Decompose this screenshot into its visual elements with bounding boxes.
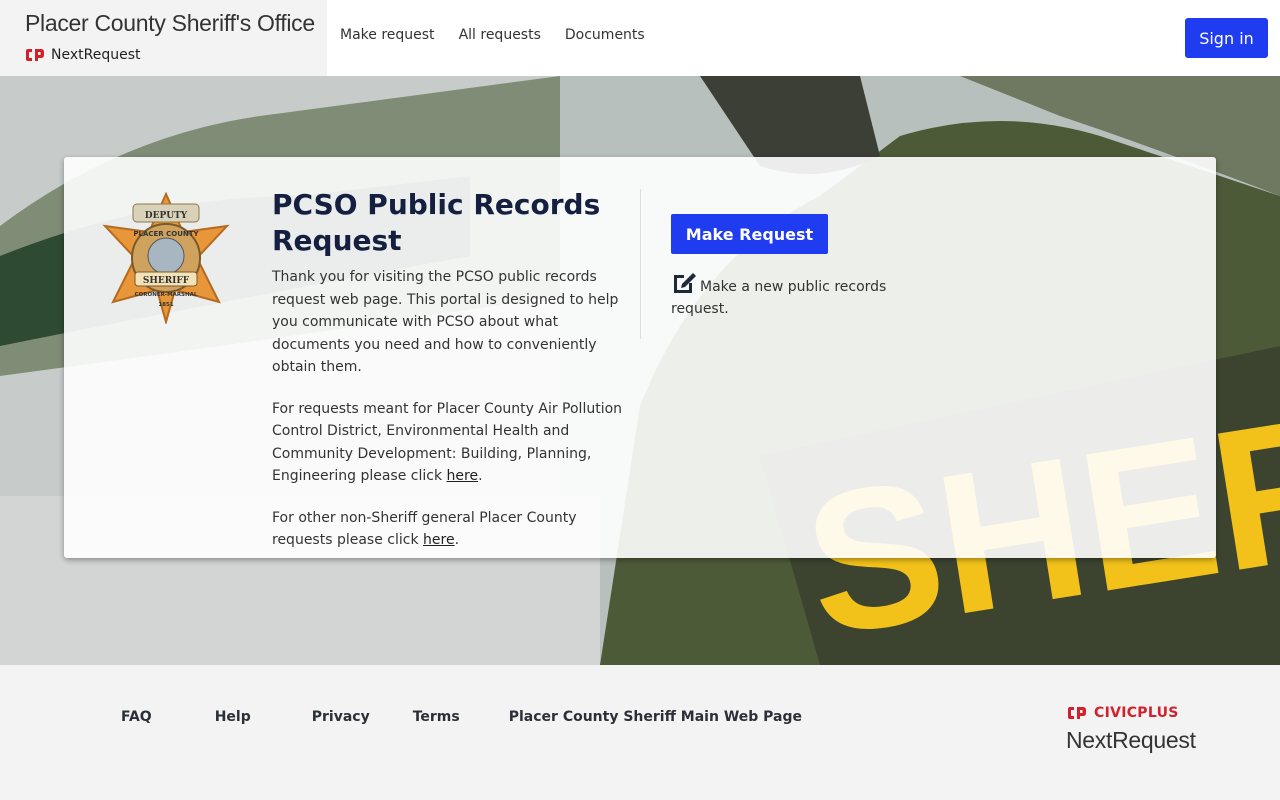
general-county-paragraph: For other non-Sheriff general Placer Cou… [272, 507, 628, 552]
intro-content: PCSO Public Records Request Thank you fo… [272, 187, 628, 552]
site-title: Placer County Sheriff's Office [25, 10, 315, 36]
nextrequest-logo-icon [26, 49, 44, 61]
footer-link-faq[interactable]: FAQ [121, 709, 152, 725]
civicplus-brand: CIVICPLUS [1066, 705, 1196, 721]
sheriff-badge-icon: DEPUTY PLACER COUNTY SHERIFF CORONER-MAR… [102, 192, 230, 324]
badge-ring-text: PLACER COUNTY [133, 230, 199, 238]
page-title: PCSO Public Records Request [272, 188, 601, 257]
footer-link-terms[interactable]: Terms [413, 709, 460, 725]
footer-link-privacy[interactable]: Privacy [312, 709, 370, 725]
general-county-here-link[interactable]: here [423, 532, 455, 548]
top-header: Placer County Sheriff's Office NextReque… [0, 0, 1280, 76]
badge-bottom-text: CORONER-MARSHAL [135, 292, 198, 298]
make-request-button[interactable]: Make Request [671, 214, 828, 254]
footer-links: FAQ Help Privacy Terms Placer County She… [121, 709, 802, 725]
page-footer: FAQ Help Privacy Terms Placer County She… [0, 665, 1280, 800]
civicplus-logo-icon [1068, 707, 1086, 719]
make-request-description: Make a new public records request. [671, 269, 931, 320]
make-request-desc-text: Make a new public records request. [671, 279, 887, 317]
intro-card: DEPUTY PLACER COUNTY SHERIFF CORONER-MAR… [64, 157, 1216, 558]
card-divider [640, 189, 641, 339]
badge-year-text: 1851 [158, 302, 173, 308]
nextrequest-brand: NextRequest [25, 47, 327, 63]
air-pollution-here-link[interactable]: here [447, 468, 479, 484]
footer-link-help[interactable]: Help [215, 709, 251, 725]
nav-documents[interactable]: Documents [565, 27, 645, 43]
make-request-panel: Make Request Make a new public records r… [671, 214, 931, 320]
brand-block[interactable]: Placer County Sheriff's Office NextReque… [0, 0, 327, 76]
brand-sub-label: NextRequest [51, 47, 141, 63]
air-pollution-period: . [478, 468, 483, 484]
badge-top-text: DEPUTY [145, 211, 188, 221]
badge-center-text: SHERIFF [143, 276, 190, 286]
main-nav: Make request All requests Documents [327, 0, 645, 70]
intro-paragraph: Thank you for visiting the PCSO public r… [272, 269, 619, 375]
edit-icon [674, 273, 696, 293]
sign-in-button[interactable]: Sign in [1185, 18, 1268, 58]
footer-link-main-web-page[interactable]: Placer County Sheriff Main Web Page [509, 709, 802, 725]
nav-make-request[interactable]: Make request [340, 27, 435, 43]
nextrequest-footer-label: NextRequest [1066, 727, 1196, 753]
civicplus-nextrequest-logo[interactable]: CIVICPLUS NextRequest [1066, 705, 1196, 754]
civicplus-label: CIVICPLUS [1094, 705, 1179, 721]
general-county-period: . [454, 532, 460, 548]
nav-all-requests[interactable]: All requests [459, 27, 541, 43]
air-pollution-paragraph: For requests meant for Placer County Air… [272, 398, 628, 488]
